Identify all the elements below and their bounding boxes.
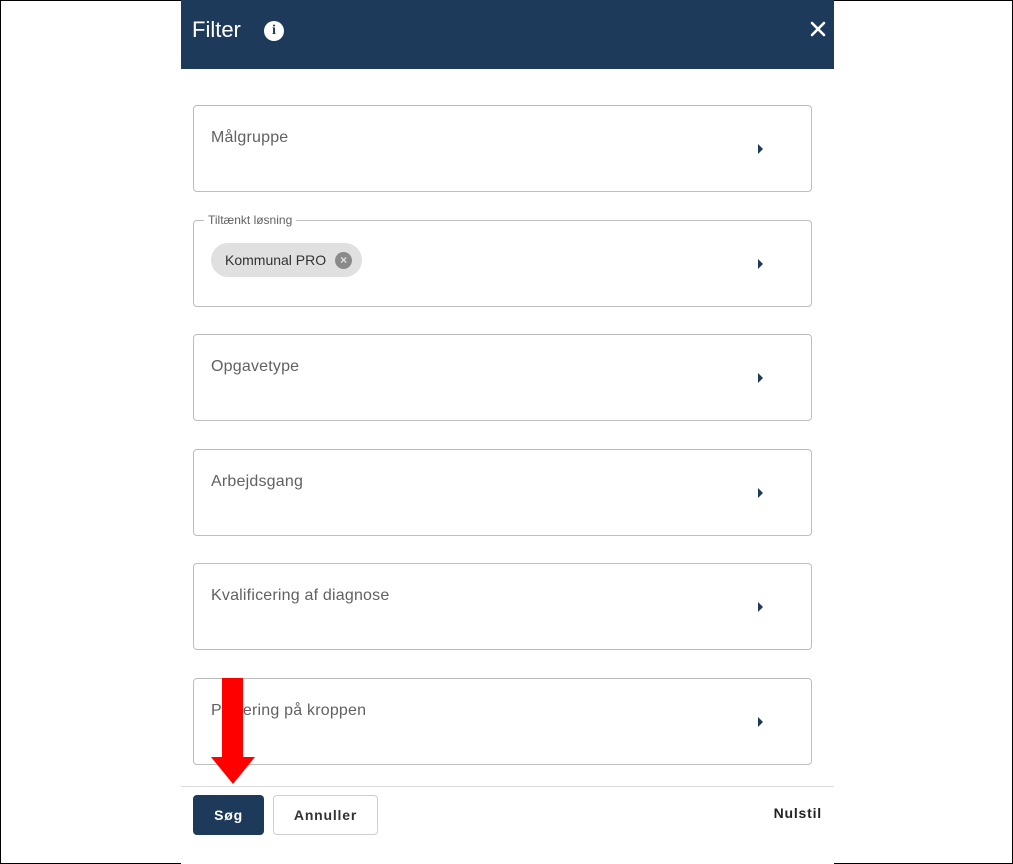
red-arrow-annotation [211,678,255,784]
field-opgavetype[interactable]: Opgavetype [193,334,812,421]
caret-right-icon [758,373,763,383]
caret-right-icon [758,144,763,154]
close-icon[interactable] [806,17,830,41]
dialog-title: Filter [192,17,241,42]
field-tiltaenkt-losning[interactable]: Tiltænkt løsning Kommunal PRO × [193,213,812,307]
caret-right-icon [758,717,763,727]
reset-button[interactable]: Nulstil [774,805,822,821]
selected-chip: Kommunal PRO × [211,243,363,277]
field-kvalificering-af-diagnose[interactable]: Kvalificering af diagnose [193,563,812,650]
caret-right-icon [758,602,763,612]
field-label: Målgruppe [211,129,289,146]
field-malgruppe[interactable]: Målgruppe [193,105,812,192]
chip-remove-icon[interactable]: × [335,251,353,269]
field-label: Opgavetype [211,358,300,375]
caret-right-icon [758,259,763,269]
footer-divider [181,786,834,787]
field-legend: Tiltænkt løsning [204,213,297,227]
caret-right-icon [758,488,763,498]
dialog-header: Filter i [181,0,834,69]
field-label: Arbejdsgang [211,473,304,490]
field-arbejdsgang[interactable]: Arbejdsgang [193,449,812,536]
chip-label: Kommunal PRO [225,252,327,268]
search-button[interactable]: Søg [193,795,264,835]
filter-dialog: Filter i Målgruppe Tiltænkt løsning Komm… [181,0,834,864]
field-label: Kvalificering af diagnose [211,587,390,604]
cancel-button[interactable]: Annuller [273,795,378,835]
field-placering-pa-kroppen[interactable]: Placering på kroppen [193,678,812,765]
info-icon[interactable]: i [264,21,284,41]
